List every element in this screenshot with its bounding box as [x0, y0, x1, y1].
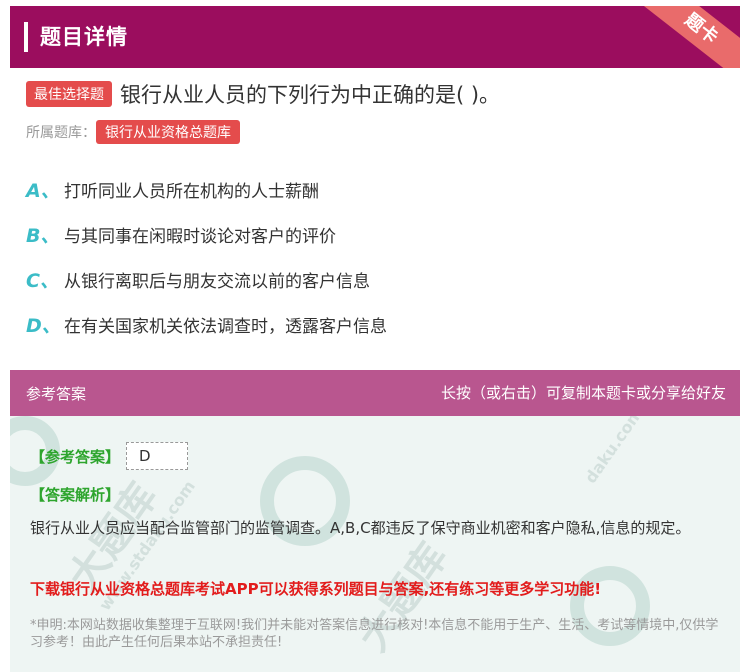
reference-answer: 【参考答案】 D: [30, 442, 189, 470]
option-letter: D、: [26, 315, 61, 337]
answer-header: 参考答案 长按（或右击）可复制本题卡或分享给好友: [10, 370, 740, 416]
question-line: 最佳选择题 银行从业人员的下列行为中正确的是( )。: [26, 79, 500, 109]
analysis-text: 银行从业人员应当配合监管部门的监管调查。A,B,C都违反了保守商业机密和客户隐私…: [30, 519, 691, 537]
reference-answer-label: 【参考答案】: [30, 447, 121, 466]
option-letter: B、: [26, 225, 60, 247]
corner-ribbon: 题卡: [631, 6, 740, 68]
question-bank-line: 所属题库： 银行从业资格总题库: [26, 120, 240, 144]
option-c[interactable]: C、 从银行离职后与朋友交流以前的客户信息: [26, 266, 370, 293]
watermark-text: daku.com: [580, 416, 647, 487]
analysis-label: 【答案解析】: [30, 486, 121, 504]
option-text: 在有关国家机关依法调查时，透露客户信息: [64, 317, 387, 337]
header-accent-bar: [24, 22, 28, 52]
bank-label: 所属题库：: [26, 125, 96, 141]
app-promo-link[interactable]: 下载银行从业资格总题库考试APP可以获得系列题目与答案,还有练习等更多学习功能!: [30, 578, 601, 599]
bank-link[interactable]: 银行从业资格总题库: [96, 120, 240, 144]
option-text: 打听同业人员所在机构的人士薪酬: [64, 182, 319, 202]
option-letter: C、: [26, 270, 59, 292]
question-text: 银行从业人员的下列行为中正确的是( )。: [120, 83, 501, 107]
header: 题目详情 题卡: [10, 6, 740, 68]
option-a[interactable]: A、 打听同业人员所在机构的人士薪酬: [26, 176, 319, 203]
option-text: 与其同事在闲暇时谈论对客户的评价: [64, 227, 336, 247]
reference-answer-value: D: [126, 442, 189, 470]
option-b[interactable]: B、 与其同事在闲暇时谈论对客户的评价: [26, 221, 336, 248]
disclaimer: *申明:本网站数据收集整理于互联网!我们并未能对答案信息进行核对!本信息不能用于…: [30, 618, 719, 650]
option-d[interactable]: D、 在有关国家机关依法调查时，透露客户信息: [26, 311, 387, 338]
option-text: 从银行离职后与朋友交流以前的客户信息: [64, 272, 370, 292]
copy-share-hint: 长按（或右击）可复制本题卡或分享给好友: [440, 384, 726, 402]
answer-header-label: 参考答案: [26, 385, 87, 403]
question-card: 题目详情 题卡 最佳选择题 银行从业人员的下列行为中正确的是( )。 所属题库：…: [0, 0, 750, 672]
page-title: 题目详情: [40, 25, 128, 49]
question-type-badge: 最佳选择题: [26, 81, 112, 107]
option-letter: A、: [26, 180, 60, 202]
